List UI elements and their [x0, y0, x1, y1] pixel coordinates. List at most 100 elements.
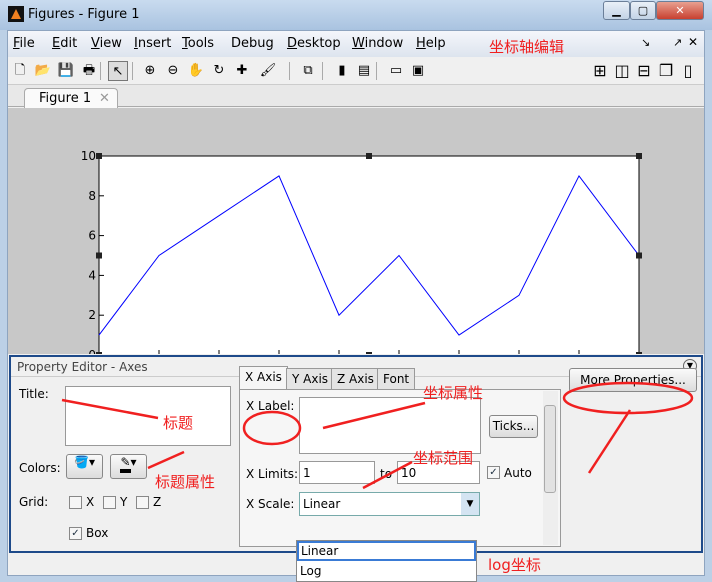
more-properties-button[interactable]: More Properties...: [569, 368, 697, 392]
x-scale-label: X Scale:: [246, 497, 295, 511]
property-editor-panel: Property Editor - Axes ▼ Title: Colors: …: [9, 355, 703, 553]
toolbar-separator: [322, 62, 323, 80]
selection-handle[interactable]: [366, 352, 372, 358]
annotation-title-props: 标题属性: [155, 473, 216, 491]
menu-view[interactable]: View: [91, 36, 122, 51]
x-label-input[interactable]: [299, 397, 481, 454]
menu-file[interactable]: File: [13, 36, 35, 51]
pan-hand-icon[interactable]: ✋: [186, 61, 206, 81]
float-icon[interactable]: ❐: [656, 61, 676, 81]
selection-handle[interactable]: [366, 153, 372, 159]
minimize-button[interactable]: ▁: [603, 1, 630, 20]
restore-button[interactable]: ▢: [630, 1, 656, 20]
axes-box: [98, 155, 640, 356]
menu-window[interactable]: Window: [352, 36, 403, 51]
y-tick-label: 0: [88, 348, 96, 354]
selection-handle[interactable]: [636, 153, 642, 159]
zoom-out-icon[interactable]: ⊖: [163, 61, 183, 81]
y-tick-label: 2: [88, 308, 96, 322]
tab-font[interactable]: Font: [377, 368, 416, 390]
tab-figure-1[interactable]: Figure 1 ✕: [24, 88, 118, 108]
grid-x-checkbox[interactable]: [69, 496, 82, 509]
title-input[interactable]: [65, 386, 231, 446]
x-scale-dropdown[interactable]: Linear ▼: [299, 492, 480, 516]
print-icon[interactable]: 🖶: [79, 61, 99, 81]
y-tick-label: 6: [88, 229, 96, 243]
grid-z-checkbox[interactable]: [136, 496, 149, 509]
legend-icon[interactable]: ▤: [354, 61, 374, 81]
auto-label: Auto: [504, 466, 532, 480]
tile-columns-icon[interactable]: ◫: [612, 61, 632, 81]
show-plot-tools-icon[interactable]: ▣: [408, 61, 428, 81]
grid-y-checkbox[interactable]: [103, 496, 116, 509]
pointer-icon[interactable]: ↖: [108, 61, 128, 81]
scrollbar-thumb[interactable]: [544, 405, 556, 493]
option-log[interactable]: Log: [297, 561, 476, 581]
background-color-button[interactable]: 🪣▾: [66, 454, 103, 479]
menu-tools[interactable]: Tools: [182, 36, 214, 51]
title-bar: Figures - Figure 1 ▁ ▢ ✕: [0, 0, 712, 30]
menu-insert[interactable]: Insert: [134, 36, 171, 51]
x-scale-dropdown-list: Linear Log: [296, 540, 477, 582]
y-tick-label: 10: [81, 149, 96, 163]
toolbar-separator: [376, 62, 377, 80]
menu-desktop[interactable]: Desktop: [287, 36, 341, 51]
annotation-axis-range: 坐标范围: [413, 449, 474, 467]
selection-handle[interactable]: [636, 252, 642, 259]
vertical-scrollbar[interactable]: [543, 391, 558, 545]
hide-plot-tools-icon[interactable]: ▭: [386, 61, 406, 81]
selection-handle[interactable]: [96, 352, 102, 358]
x-limits-label: X Limits:: [246, 467, 299, 481]
selection-handle[interactable]: [636, 352, 642, 358]
chevron-down-icon[interactable]: ▼: [461, 493, 479, 515]
tile-rows-icon[interactable]: ⊟: [634, 61, 654, 81]
y-tick-label: 8: [88, 189, 96, 203]
save-icon[interactable]: 💾: [56, 61, 76, 81]
figure-window: File Edit View Insert Tools Debug Deskto…: [7, 30, 705, 576]
tab-x-axis[interactable]: X Axis: [239, 366, 288, 390]
window-title: Figures - Figure 1: [28, 7, 140, 22]
auto-checkbox[interactable]: ✓: [487, 466, 500, 479]
zoom-in-icon[interactable]: ⊕: [140, 61, 160, 81]
colorbar-icon[interactable]: ▮: [332, 61, 352, 81]
box-label: Box: [86, 526, 109, 540]
edge-color-button[interactable]: ✎▾: [110, 454, 147, 479]
ticks-button[interactable]: Ticks...: [489, 415, 538, 438]
annotation-axes-edit: 坐标轴编辑: [489, 38, 565, 56]
maximize-icon[interactable]: ▯: [678, 61, 698, 81]
grid-x-label: X: [86, 495, 95, 509]
to-label: to: [380, 467, 393, 481]
annotation-axis-props: 坐标属性: [423, 384, 484, 402]
selection-handle[interactable]: [96, 252, 102, 259]
title-label: Title:: [19, 387, 49, 401]
menu-edit[interactable]: Edit: [52, 36, 77, 51]
x-limit-min-input[interactable]: 1: [299, 461, 375, 484]
y-tick-label: 4: [88, 268, 96, 282]
plot-axes[interactable]: 123456789100246810: [8, 108, 704, 374]
menu-debug[interactable]: Debug: [231, 36, 274, 51]
toolbar: 🗋 📂 💾 🖶 ↖ ⊕ ⊖ ✋ ↻ ✚ 🖌 ⧉ ▮ ▤ ▭ ▣ ⊞ ◫ ⊟ ❐ ▯: [8, 57, 704, 85]
box-checkbox[interactable]: ✓: [69, 527, 82, 540]
close-figure-icon[interactable]: ✕: [688, 35, 698, 49]
selection-handle[interactable]: [96, 153, 102, 159]
link-plot-icon[interactable]: ⧉: [298, 61, 318, 81]
close-tab-icon[interactable]: ✕: [99, 91, 110, 106]
open-folder-icon[interactable]: 📂: [33, 61, 53, 81]
rotate-3d-icon[interactable]: ↻: [209, 61, 229, 81]
menu-bar: File Edit View Insert Tools Debug Deskto…: [8, 31, 704, 57]
close-button[interactable]: ✕: [656, 1, 704, 20]
brush-icon[interactable]: 🖌: [258, 61, 278, 81]
annotation-title: 标题: [163, 414, 194, 432]
grid-z-label: Z: [153, 495, 162, 509]
data-cursor-icon[interactable]: ✚: [232, 61, 252, 81]
tab-label: Figure 1: [39, 91, 92, 106]
colors-label: Colors:: [19, 461, 61, 475]
tile-2x2-icon[interactable]: ⊞: [590, 61, 610, 81]
dock-icon[interactable]: ↘: [641, 36, 650, 49]
undock-icon[interactable]: ↗: [673, 36, 682, 49]
tab-y-axis[interactable]: Y Axis: [286, 368, 335, 390]
option-linear[interactable]: Linear: [297, 541, 476, 561]
tab-z-axis[interactable]: Z Axis: [331, 368, 380, 390]
menu-help[interactable]: Help: [416, 36, 446, 51]
new-file-icon[interactable]: 🗋: [10, 61, 30, 81]
